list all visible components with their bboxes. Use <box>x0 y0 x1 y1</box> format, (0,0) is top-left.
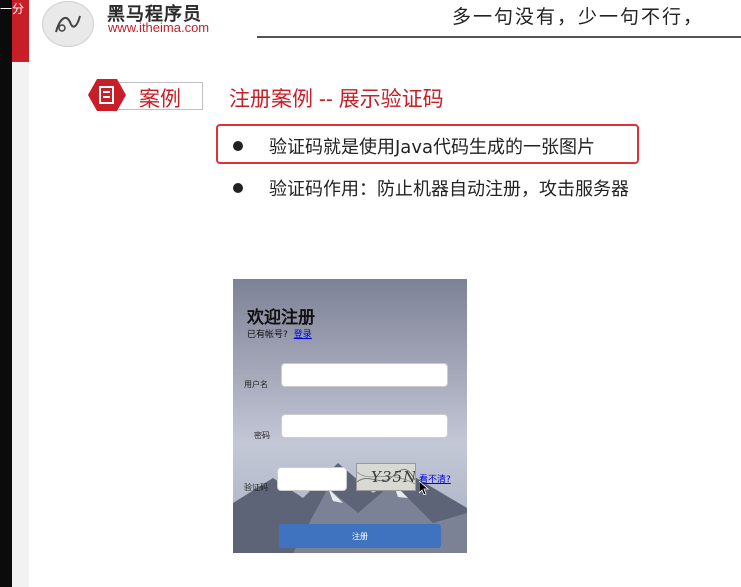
captcha-label: 验证码 <box>244 483 268 492</box>
brand-url: www.itheima.com <box>108 20 210 35</box>
bullet-item: 验证码就是使用Java代码生成的一张图片 <box>233 133 595 159</box>
bullet-dot-icon <box>233 183 243 193</box>
register-button-label: 注册 <box>352 531 368 541</box>
case-hexagon-icon <box>88 79 126 111</box>
form-title: 欢迎注册 <box>247 308 315 328</box>
register-form-screenshot: 欢迎注册 已有帐号? 登录 用户名 密码 验证码 Y35N 看不清? 注册 <box>233 279 467 553</box>
header-divider <box>257 36 741 38</box>
captcha-input[interactable] <box>277 467 347 491</box>
password-input[interactable] <box>281 414 448 438</box>
captcha-text: Y35N <box>371 468 416 486</box>
section-title: 注册案例 -- 展示验证码 <box>229 88 444 111</box>
password-label: 密码 <box>254 431 270 440</box>
left-dark-strip <box>0 0 12 587</box>
bullet-dot-icon <box>233 141 243 151</box>
slogan: 多一句没有，少一句不行， <box>452 6 705 28</box>
brand-logo-icon <box>42 1 94 47</box>
bullet-text: 验证码就是使用Java代码生成的一张图片 <box>269 137 596 158</box>
username-input[interactable] <box>281 363 448 387</box>
case-label: 案例 <box>139 87 181 111</box>
have-account-row: 已有帐号? 登录 <box>247 327 312 340</box>
have-account-text: 已有帐号? <box>247 330 288 340</box>
bullet-item: 验证码作用：防止机器自动注册，攻击服务器 <box>233 175 629 201</box>
login-link[interactable]: 登录 <box>294 330 312 340</box>
top-text-fragment: 一分 <box>0 2 25 16</box>
mouse-cursor-icon <box>419 481 429 495</box>
captcha-image[interactable]: Y35N <box>356 463 416 491</box>
left-gray-strip <box>12 62 29 587</box>
username-label: 用户名 <box>244 380 268 389</box>
bullet-text: 验证码作用：防止机器自动注册，攻击服务器 <box>269 179 629 200</box>
register-button[interactable]: 注册 <box>279 524 441 548</box>
case-tag: 案例 <box>87 78 203 112</box>
